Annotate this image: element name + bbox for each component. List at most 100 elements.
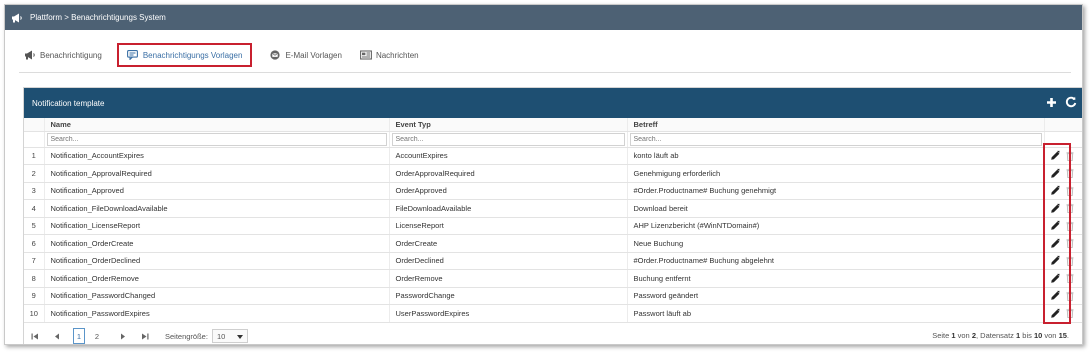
tab-benachrichtigungs-vorlagen[interactable]: Benachrichtigungs Vorlagen xyxy=(116,43,253,67)
newspaper-icon xyxy=(359,50,372,60)
pagination: 1 2 Seitengröße: 10 Seite 1 von 2, Daten… xyxy=(29,327,1079,344)
pencil-icon[interactable] xyxy=(1050,290,1060,302)
tab-label: Benachrichtigung xyxy=(40,50,102,60)
row-event-type: OrderCreate xyxy=(389,234,628,253)
trash-icon[interactable] xyxy=(1065,185,1075,197)
first-page-icon[interactable] xyxy=(29,329,41,343)
trash-icon[interactable] xyxy=(1065,272,1075,284)
info-total: 15 xyxy=(1058,331,1067,340)
tab-benachrichtigung[interactable]: Benachrichtigung xyxy=(19,43,107,67)
megaphone-icon xyxy=(24,50,36,60)
template-table: Name Event Typ Betreff 1Notification_Acc… xyxy=(24,118,1082,323)
table-row[interactable]: 7 Notification_OrderDeclined OrderDeclined… xyxy=(24,252,1082,270)
row-number: 5 xyxy=(24,217,45,235)
col-betreff-header[interactable]: Betreff xyxy=(627,118,1045,132)
table-row[interactable]: 3 Notification_Approved OrderApproved #Orde… xyxy=(24,182,1082,200)
row-name: Notification_FileDownloadAvailable xyxy=(44,199,390,218)
table-header-row: Name Event Typ Betreff xyxy=(24,118,1082,132)
row-number: 7 xyxy=(24,252,45,270)
row-name: Notification_ApprovalRequired xyxy=(44,164,390,183)
row-event-type: OrderDeclined xyxy=(389,252,628,270)
row-betreff: #Order.Productname# Buchung abgelehnt xyxy=(627,252,1045,270)
filter-cell xyxy=(627,131,1045,148)
trash-icon[interactable] xyxy=(1065,202,1075,214)
col-name-header[interactable]: Name xyxy=(44,118,390,132)
page-button-1[interactable]: 1 xyxy=(73,328,85,344)
row-event-type: OrderRemove xyxy=(389,269,628,288)
page-size-label: Seitengröße: xyxy=(165,331,208,341)
table-row[interactable]: 1 Notification_AccountExpires AccountExpir… xyxy=(24,147,1082,165)
row-name: Notification_PasswordChanged xyxy=(44,287,390,305)
tab-bar: Benachrichtigung Benachrichtigungs Vorla… xyxy=(19,43,432,67)
tab-label: Nachrichten xyxy=(375,50,419,60)
col-event-header[interactable]: Event Typ xyxy=(389,118,628,132)
row-event-type: PasswordChange xyxy=(389,287,628,305)
pencil-icon[interactable] xyxy=(1050,150,1060,162)
pencil-icon[interactable] xyxy=(1050,220,1060,232)
trash-icon[interactable] xyxy=(1065,307,1075,319)
row-actions xyxy=(1044,287,1082,305)
trash-icon[interactable] xyxy=(1065,150,1075,162)
row-betreff: Passwort läuft ab xyxy=(627,304,1045,323)
row-name: Notification_PasswordExpires xyxy=(44,304,390,323)
info-text: , Datensatz xyxy=(975,331,1017,340)
info-text: bis xyxy=(1020,331,1034,340)
row-actions xyxy=(1044,199,1082,218)
row-number: 1 xyxy=(24,147,45,165)
row-betreff: Download bereit xyxy=(627,199,1045,218)
row-name: Notification_OrderCreate xyxy=(44,234,390,253)
tab-nachrichten[interactable]: Nachrichten xyxy=(355,43,424,67)
tab-label: E-Mail Vorlagen xyxy=(285,50,342,60)
table-row[interactable]: 6 Notification_OrderCreate OrderCreate Neue… xyxy=(24,234,1082,253)
table-row[interactable]: 4 Notification_FileDownloadAvailable FileD… xyxy=(24,199,1082,218)
row-name: Notification_LicenseReport xyxy=(44,217,390,235)
row-actions xyxy=(1044,252,1082,270)
row-betreff: #Order.Productname# Buchung genehmigt xyxy=(627,182,1045,200)
info-text: . xyxy=(1066,331,1069,340)
table-row[interactable]: 9 Notification_PasswordChanged PasswordCha… xyxy=(24,287,1082,305)
page-size-select[interactable]: 10 xyxy=(211,329,248,343)
row-actions xyxy=(1044,182,1082,200)
trash-icon[interactable] xyxy=(1065,167,1075,179)
name-search-input[interactable] xyxy=(46,132,387,146)
row-name: Notification_AccountExpires xyxy=(44,147,390,165)
plus-icon[interactable] xyxy=(1045,96,1057,108)
col-num-header xyxy=(24,118,45,132)
page-button-2[interactable]: 2 xyxy=(91,328,103,344)
pencil-icon[interactable] xyxy=(1050,167,1060,179)
panel-actions xyxy=(1045,96,1077,108)
row-actions xyxy=(1044,217,1082,235)
row-event-type: AccountExpires xyxy=(389,147,628,165)
row-number: 8 xyxy=(24,269,45,288)
table-row[interactable]: 8 Notification_OrderRemove OrderRemove Buch… xyxy=(24,269,1082,288)
filter-row xyxy=(24,131,1082,148)
pencil-icon[interactable] xyxy=(1050,255,1060,267)
top-bar: Plattform > Benachrichtigungs System xyxy=(5,5,1082,30)
pencil-icon[interactable] xyxy=(1050,307,1060,319)
table-row[interactable]: 5 Notification_LicenseReport LicenseReport… xyxy=(24,217,1082,235)
last-page-icon[interactable] xyxy=(139,329,151,343)
trash-icon[interactable] xyxy=(1065,237,1075,249)
tab-email-vorlagen[interactable]: E-Mail Vorlagen xyxy=(264,43,346,67)
betreff-search-input[interactable] xyxy=(629,132,1042,146)
row-number: 6 xyxy=(24,234,45,253)
row-event-type: LicenseReport xyxy=(389,217,628,235)
panel-header: Notification template xyxy=(24,88,1082,118)
info-text: von xyxy=(1042,331,1059,340)
pencil-icon[interactable] xyxy=(1050,185,1060,197)
refresh-icon[interactable] xyxy=(1065,96,1077,108)
row-actions xyxy=(1044,304,1082,323)
row-event-type: OrderApproved xyxy=(389,182,628,200)
event-search-input[interactable] xyxy=(391,132,625,146)
table-row[interactable]: 10 Notification_PasswordExpires UserPasswo… xyxy=(24,304,1082,323)
row-event-type: UserPasswordExpires xyxy=(389,304,628,323)
table-row[interactable]: 2 Notification_ApprovalRequired OrderAppro… xyxy=(24,164,1082,183)
next-page-icon[interactable] xyxy=(117,329,129,343)
pencil-icon[interactable] xyxy=(1050,272,1060,284)
trash-icon[interactable] xyxy=(1065,220,1075,232)
trash-icon[interactable] xyxy=(1065,290,1075,302)
prev-page-icon[interactable] xyxy=(51,329,63,343)
pencil-icon[interactable] xyxy=(1050,202,1060,214)
trash-icon[interactable] xyxy=(1065,255,1075,267)
pencil-icon[interactable] xyxy=(1050,237,1060,249)
